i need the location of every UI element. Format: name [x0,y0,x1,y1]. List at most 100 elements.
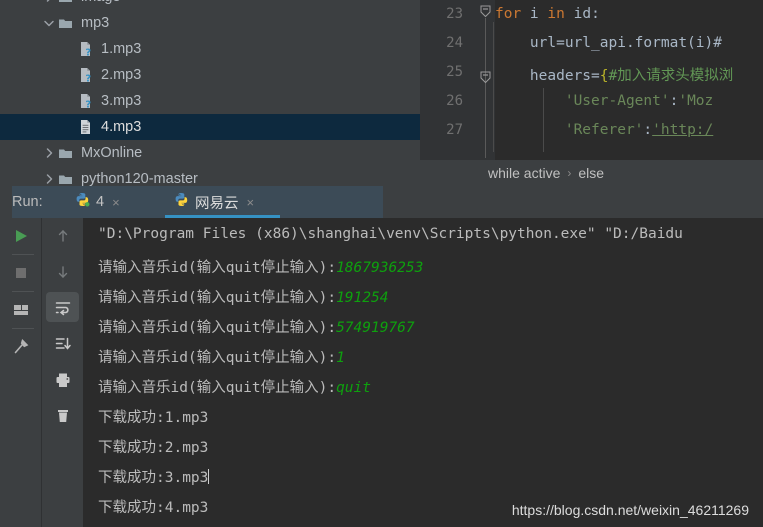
breadcrumb-item-1[interactable]: else [578,165,604,181]
close-icon[interactable]: × [110,195,120,210]
console-text: "D:\Program Files (x86)\shanghai\venv\Sc… [98,226,683,242]
code-token: #加入请求头模拟浏 [608,68,734,84]
run-toolbar-secondary [41,218,82,527]
console-text: 下载成功:1.mp3 [98,410,209,426]
console-text: 请输入音乐id(输入quit停止输入): [98,260,337,276]
tree-row-mxonline[interactable]: MxOnline [0,140,420,166]
code-line: headers={#加入请求头模拟浏 [495,64,733,85]
unknown-file-icon: ? [78,67,98,83]
console-user-input: quit [336,380,371,396]
svg-text:?: ? [85,99,91,109]
up-the-stack-button[interactable] [42,218,83,254]
tree-row-label: python120-master [81,171,198,186]
run-window-label: Run: [12,194,43,210]
fold-toggle-icon[interactable] [478,70,493,85]
left-edge-strip [0,186,12,527]
breadcrumb[interactable]: while active › else [420,160,763,186]
code-token: headers= [495,68,600,84]
console-text: 请输入音乐id(输入quit停止输入): [98,350,337,366]
console-line: 请输入音乐id(输入quit停止输入):1 [98,346,345,367]
line-number: 26 [446,93,463,109]
python-icon [174,192,189,212]
run-tab-label: 4 [96,194,105,210]
code-token: 'Referer' [564,122,644,138]
chevron-right-icon[interactable] [40,147,58,159]
chevron-down-icon[interactable] [40,17,58,29]
unknown-file-icon: ? [78,41,98,57]
clear-all-button[interactable] [42,398,83,434]
tree-row-image[interactable]: image [0,0,420,10]
code-text-area[interactable]: for i in id: url=url_api.format(i)# head… [493,0,763,160]
tab-bar-filler [383,186,763,218]
run-tab-bar: Run: 4 × 网易云 × [0,186,763,218]
code-token: in [547,6,565,22]
tree-row-1-mp3[interactable]: ? 1.mp3 [0,36,420,62]
tree-row-label: 4.mp3 [101,119,142,135]
run-tab-2[interactable]: 网易云 × [165,186,263,218]
run-tab-1[interactable]: 4 × [66,186,129,218]
close-icon[interactable]: × [245,195,255,210]
console-user-input: 1 [336,350,345,366]
console-text: 请输入音乐id(输入quit停止输入): [98,380,337,396]
python-running-icon [75,192,90,212]
console-line: 请输入音乐id(输入quit停止输入):quit [98,376,371,397]
run-tab-label: 网易云 [195,195,239,212]
top-area: image mp3? 1.mp3? 2.mp3 ? 3.mp3 4.mp3 MxOnline p… [0,0,763,186]
tree-row-python120-master[interactable]: python120-master [0,166,420,186]
scroll-to-end-button[interactable] [42,326,83,362]
code-line: url=url_api.format(i)# [495,35,722,51]
svg-text:?: ? [85,47,91,57]
chevron-right-icon[interactable] [40,0,58,3]
fold-region-line [485,18,486,158]
svg-text:?: ? [85,73,91,83]
project-tree-list: image mp3? 1.mp3? 2.mp3 ? 3.mp3 4.mp3 MxOnline p… [0,0,420,186]
code-token: { [599,68,609,84]
tree-row-mp3[interactable]: mp3 [0,10,420,36]
tree-row-4-mp3[interactable]: 4.mp3 [0,114,420,140]
code-token: 'http:/ [652,122,714,138]
indent-guide [493,22,494,152]
console-line: 请输入音乐id(输入quit停止输入):574919767 [98,316,415,337]
line-number: 24 [446,35,463,51]
console-text: 下载成功:4.mp3 [98,500,209,516]
tree-row-label: 2.mp3 [101,67,142,83]
tree-row-3-mp3[interactable]: ? 3.mp3 [0,88,420,114]
code-token: for [495,6,522,22]
run-tool-window: Run: 4 × 网易云 × "D:\Program Files (x86)\s… [0,186,763,527]
watermark-text: https://blog.csdn.net/weixin_46211269 [511,502,749,518]
unknown-file-icon: ? [78,93,98,109]
console-user-input: 574919767 [336,320,415,336]
fold-toggle-icon[interactable] [478,4,493,19]
code-token: 'User-Agent' [564,93,670,109]
folder-open-icon [58,16,78,31]
code-token: i [521,6,548,22]
print-button[interactable] [42,362,83,398]
tree-row-2-mp3[interactable]: ? 2.mp3 [0,62,420,88]
text-file-icon [78,119,98,135]
console-user-input: 191254 [336,290,389,306]
down-the-stack-button[interactable] [42,254,83,290]
code-line: 'Referer':'http:/ [495,122,713,138]
breadcrumb-item-0[interactable]: while active [488,165,560,181]
console-line: 下载成功:2.mp3 [98,436,208,457]
text-caret [208,469,210,484]
console-user-input: 1867936253 [336,260,424,276]
console-text: 下载成功:3.mp3 [98,470,209,486]
console-text: 请输入音乐id(输入quit停止输入): [98,320,337,336]
tree-row-label: 1.mp3 [101,41,142,57]
code-token: url=url_api.format(i)# [495,35,722,51]
code-token: : [643,122,653,138]
console-line: 请输入音乐id(输入quit停止输入):1867936253 [98,256,423,277]
project-tree-pane[interactable]: image mp3? 1.mp3? 2.mp3 ? 3.mp3 4.mp3 MxOnline p… [0,0,420,186]
line-number: 25 [446,64,463,80]
ide-window: image mp3? 1.mp3? 2.mp3 ? 3.mp3 4.mp3 MxOnline p… [0,0,763,527]
soft-wrap-button[interactable] [42,290,83,326]
editor-pane[interactable]: 23 24 25 26 27 for i in id: url=url_api.… [420,0,763,186]
console-output[interactable]: "D:\Program Files (x86)\shanghai\venv\Sc… [83,218,763,527]
console-line: 请输入音乐id(输入quit停止输入):191254 [98,286,388,307]
code-token: id: [564,6,600,22]
console-text: 请输入音乐id(输入quit停止输入): [98,290,337,306]
chevron-right-icon[interactable] [40,173,58,185]
